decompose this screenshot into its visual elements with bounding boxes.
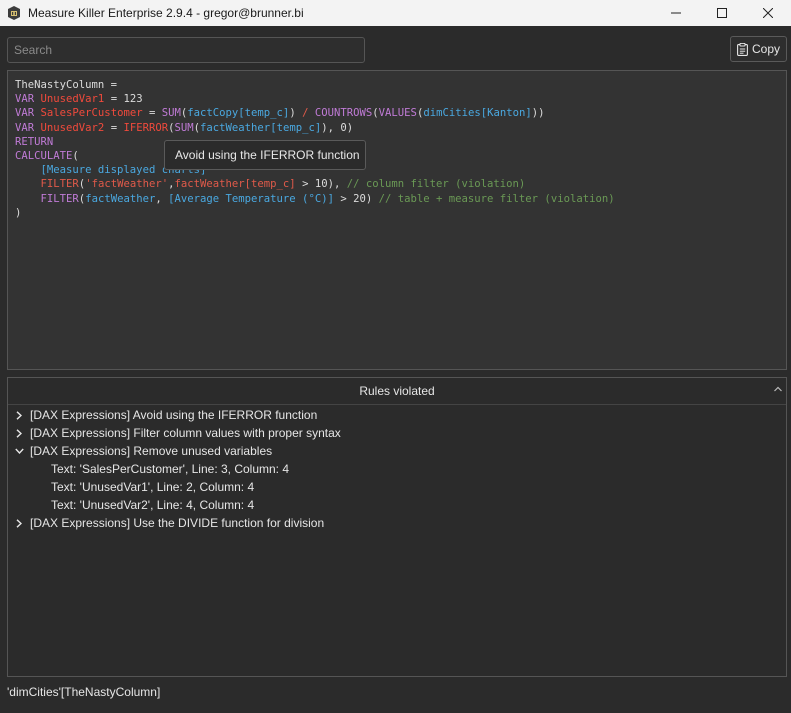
code-comment: // table + measure filter (violation) (378, 192, 615, 205)
rule-item[interactable]: [DAX Expressions] Filter column values w… (8, 424, 786, 442)
chevron-right-icon[interactable] (8, 428, 30, 438)
app-logo-icon (8, 6, 20, 20)
code-function-violation: FILTER (40, 178, 79, 191)
minimize-button[interactable] (653, 0, 699, 26)
code-variable: UnusedVar1 (40, 93, 105, 106)
rule-item-label: [DAX Expressions] Filter column values w… (30, 426, 341, 440)
code-reference: factWeather (85, 192, 156, 205)
violation-detail-text: Text: 'UnusedVar1', Line: 2, Column: 4 (51, 480, 255, 494)
chevron-up-icon[interactable] (774, 384, 782, 395)
code-reference: factCopy[temp_c] (187, 107, 290, 120)
dax-code-editor[interactable]: TheNastyColumn = VAR UnusedVar1 = 123 VA… (7, 70, 787, 370)
code-function: COUNTROWS (314, 107, 373, 120)
copy-button-label: Copy (751, 42, 780, 56)
rule-tooltip: Avoid using the IFERROR function (164, 140, 366, 170)
code-reference: factWeather[temp_c] (200, 121, 322, 134)
chevron-right-icon[interactable] (8, 518, 30, 528)
close-button[interactable] (745, 0, 791, 26)
title-bar: Measure Killer Enterprise 2.9.4 - gregor… (0, 0, 791, 26)
code-function: VALUES (378, 107, 417, 120)
rules-header[interactable]: Rules violated (8, 378, 786, 405)
code-text: = (104, 121, 124, 134)
close-icon (763, 8, 773, 18)
copy-button[interactable]: Copy (730, 36, 787, 62)
chevron-right-icon[interactable] (8, 410, 30, 420)
code-text: = 123 (104, 93, 143, 106)
code-function: SUM (161, 107, 181, 120)
code-comment: // column filter (violation) (346, 178, 526, 191)
search-box (7, 37, 365, 63)
window-controls (653, 0, 791, 26)
rules-violated-panel: Rules violated [DAX Expressions] Avoid u… (7, 377, 787, 677)
code-text: > 10), (295, 178, 347, 191)
code-function: FILTER (40, 192, 79, 205)
window-title: Measure Killer Enterprise 2.9.4 - gregor… (28, 6, 304, 20)
code-text: )) (531, 107, 545, 120)
code-keyword: VAR (15, 93, 35, 106)
rule-item[interactable]: [DAX Expressions] Remove unused variable… (8, 442, 786, 460)
violation-detail[interactable]: Text: 'UnusedVar2', Line: 4, Column: 4 (8, 496, 786, 514)
rule-item[interactable]: [DAX Expressions] Use the DIVIDE functio… (8, 514, 786, 532)
code-keyword: VAR (15, 121, 35, 134)
violation-detail[interactable]: Text: 'UnusedVar1', Line: 2, Column: 4 (8, 478, 786, 496)
code-function: SUM (174, 121, 194, 134)
clipboard-icon (737, 42, 748, 56)
code-text: ( (72, 150, 79, 163)
code-text: , (155, 192, 169, 205)
maximize-icon (717, 8, 727, 18)
search-input[interactable] (8, 38, 364, 62)
dax-code: TheNastyColumn = VAR UnusedVar1 = 123 VA… (8, 71, 786, 220)
selected-object-path: 'dimCities'[TheNastyColumn] (7, 685, 161, 699)
rule-item[interactable]: [DAX Expressions] Avoid using the IFERRO… (8, 406, 786, 424)
violation-detail[interactable]: Text: 'SalesPerCustomer', Line: 3, Colum… (8, 460, 786, 478)
code-string: 'factWeather' (85, 178, 169, 191)
code-reference: [Average Temperature (°C)] (168, 192, 334, 205)
violation-detail-text: Text: 'SalesPerCustomer', Line: 3, Colum… (51, 462, 290, 476)
status-bar: 'dimCities'[TheNastyColumn] (7, 685, 160, 699)
violation-detail-text: Text: 'UnusedVar2', Line: 4, Column: 4 (51, 498, 255, 512)
code-line-1: TheNastyColumn = (15, 79, 118, 91)
code-function-violation: IFERROR (123, 121, 169, 134)
rule-item-label: [DAX Expressions] Avoid using the IFERRO… (30, 408, 318, 422)
rules-tree: [DAX Expressions] Avoid using the IFERRO… (8, 405, 786, 532)
code-text: > 20) (333, 192, 379, 205)
code-keyword: VAR (15, 107, 35, 120)
code-reference: dimCities[Kanton] (423, 107, 532, 120)
minimize-icon (671, 12, 681, 14)
code-text: = (142, 107, 162, 120)
code-line-10: ) (15, 206, 22, 219)
code-keyword: RETURN (15, 135, 54, 148)
chevron-down-icon[interactable] (8, 448, 30, 454)
tooltip-text: Avoid using the IFERROR function (175, 148, 360, 162)
code-function: CALCULATE (15, 150, 73, 163)
code-text: ), 0) (321, 121, 354, 134)
code-reference-violation: factWeather[temp_c] (174, 178, 296, 191)
code-variable: SalesPerCustomer (40, 107, 143, 120)
code-text: ) (289, 107, 303, 120)
code-variable: UnusedVar2 (40, 121, 105, 134)
rule-item-label: [DAX Expressions] Remove unused variable… (30, 444, 273, 458)
rule-item-label: [DAX Expressions] Use the DIVIDE functio… (30, 516, 325, 530)
rules-header-label: Rules violated (359, 384, 435, 398)
maximize-button[interactable] (699, 0, 745, 26)
